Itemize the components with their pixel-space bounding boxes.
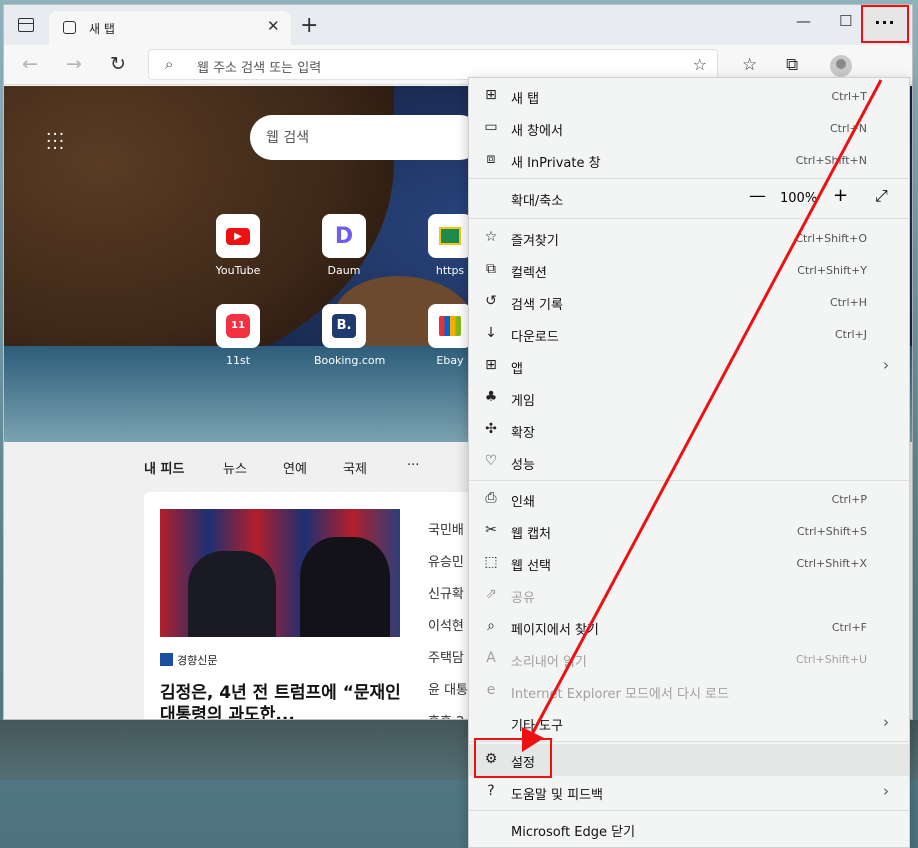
annotation-arrow — [522, 79, 883, 752]
arrow-line — [528, 79, 883, 739]
